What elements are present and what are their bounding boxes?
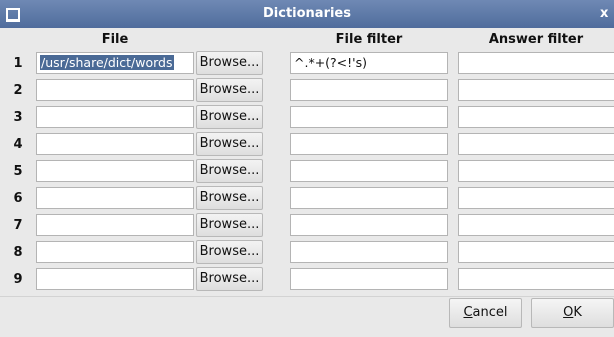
close-icon[interactable]: x	[600, 6, 614, 22]
ok-mnemonic: O	[563, 305, 574, 320]
answer-filter-input[interactable]	[458, 241, 614, 263]
title-bar[interactable]: Dictionaries x	[0, 0, 614, 28]
table-row: 1/usr/share/dict/words Browse... ^.*+(?<!'…	[0, 50, 614, 77]
file-filter-input[interactable]: ^.*+(?<!'s)	[290, 52, 448, 74]
answer-filter-input[interactable]	[458, 268, 614, 290]
browse-button[interactable]: Browse...	[196, 267, 263, 291]
selected-text: /usr/share/dict/words	[40, 55, 174, 70]
file-filter-input[interactable]	[290, 187, 448, 209]
answer-filter-input[interactable]	[458, 106, 614, 128]
file-path-input[interactable]	[36, 133, 194, 155]
row-number: 4	[13, 137, 23, 152]
divider	[0, 296, 614, 297]
browse-button[interactable]: Browse...	[196, 159, 263, 183]
file-filter-input[interactable]	[290, 106, 448, 128]
file-path-input[interactable]	[36, 79, 194, 101]
browse-button[interactable]: Browse...	[196, 78, 263, 102]
row-number: 8	[13, 245, 23, 260]
table-row: 7 Browse...	[0, 212, 614, 239]
browse-button[interactable]: Browse...	[196, 105, 263, 129]
file-path-input[interactable]	[36, 106, 194, 128]
file-filter-input[interactable]	[290, 160, 448, 182]
header-answer-filter: Answer filter	[488, 32, 584, 47]
ok-label: K	[573, 305, 582, 320]
file-filter-input[interactable]	[290, 268, 448, 290]
column-headers: File File filter Answer filter	[0, 30, 614, 50]
browse-button[interactable]: Browse...	[196, 186, 263, 210]
dictionaries-dialog: Dictionaries x File File filter Answer f…	[0, 0, 614, 337]
answer-filter-input[interactable]	[458, 133, 614, 155]
row-number: 9	[13, 272, 23, 287]
file-path-input[interactable]	[36, 241, 194, 263]
browse-button[interactable]: Browse...	[196, 51, 263, 75]
answer-filter-input[interactable]	[458, 160, 614, 182]
header-file: File	[101, 32, 129, 47]
row-number: 7	[13, 218, 23, 233]
row-number: 2	[13, 83, 23, 98]
cancel-mnemonic: C	[463, 305, 473, 320]
file-filter-input[interactable]	[290, 241, 448, 263]
file-filter-input[interactable]	[290, 79, 448, 101]
file-path-input[interactable]	[36, 160, 194, 182]
browse-button[interactable]: Browse...	[196, 213, 263, 237]
row-number: 5	[13, 164, 23, 179]
cancel-label: ancel	[472, 305, 508, 320]
file-path-input[interactable]: /usr/share/dict/words	[36, 52, 194, 74]
file-filter-input[interactable]	[290, 133, 448, 155]
table-row: 9 Browse...	[0, 266, 614, 293]
file-filter-input[interactable]	[290, 214, 448, 236]
file-path-input[interactable]	[36, 187, 194, 209]
file-path-input[interactable]	[36, 214, 194, 236]
answer-filter-input[interactable]	[458, 52, 614, 74]
cancel-button[interactable]: Cancel	[449, 298, 522, 328]
table-row: 3 Browse...	[0, 104, 614, 131]
answer-filter-input[interactable]	[458, 187, 614, 209]
ok-button[interactable]: OK	[531, 298, 614, 328]
table-row: 8 Browse...	[0, 239, 614, 266]
file-path-input[interactable]	[36, 268, 194, 290]
row-number: 6	[13, 191, 23, 206]
browse-button[interactable]: Browse...	[196, 240, 263, 264]
window-title: Dictionaries	[262, 6, 351, 21]
table-row: 5 Browse...	[0, 158, 614, 185]
browse-button[interactable]: Browse...	[196, 132, 263, 156]
table-row: 4 Browse...	[0, 131, 614, 158]
answer-filter-input[interactable]	[458, 214, 614, 236]
table-row: 2 Browse...	[0, 77, 614, 104]
table-row: 6 Browse...	[0, 185, 614, 212]
header-file-filter: File filter	[335, 32, 403, 47]
answer-filter-input[interactable]	[458, 79, 614, 101]
row-number: 1	[13, 56, 23, 71]
row-number: 3	[13, 110, 23, 125]
